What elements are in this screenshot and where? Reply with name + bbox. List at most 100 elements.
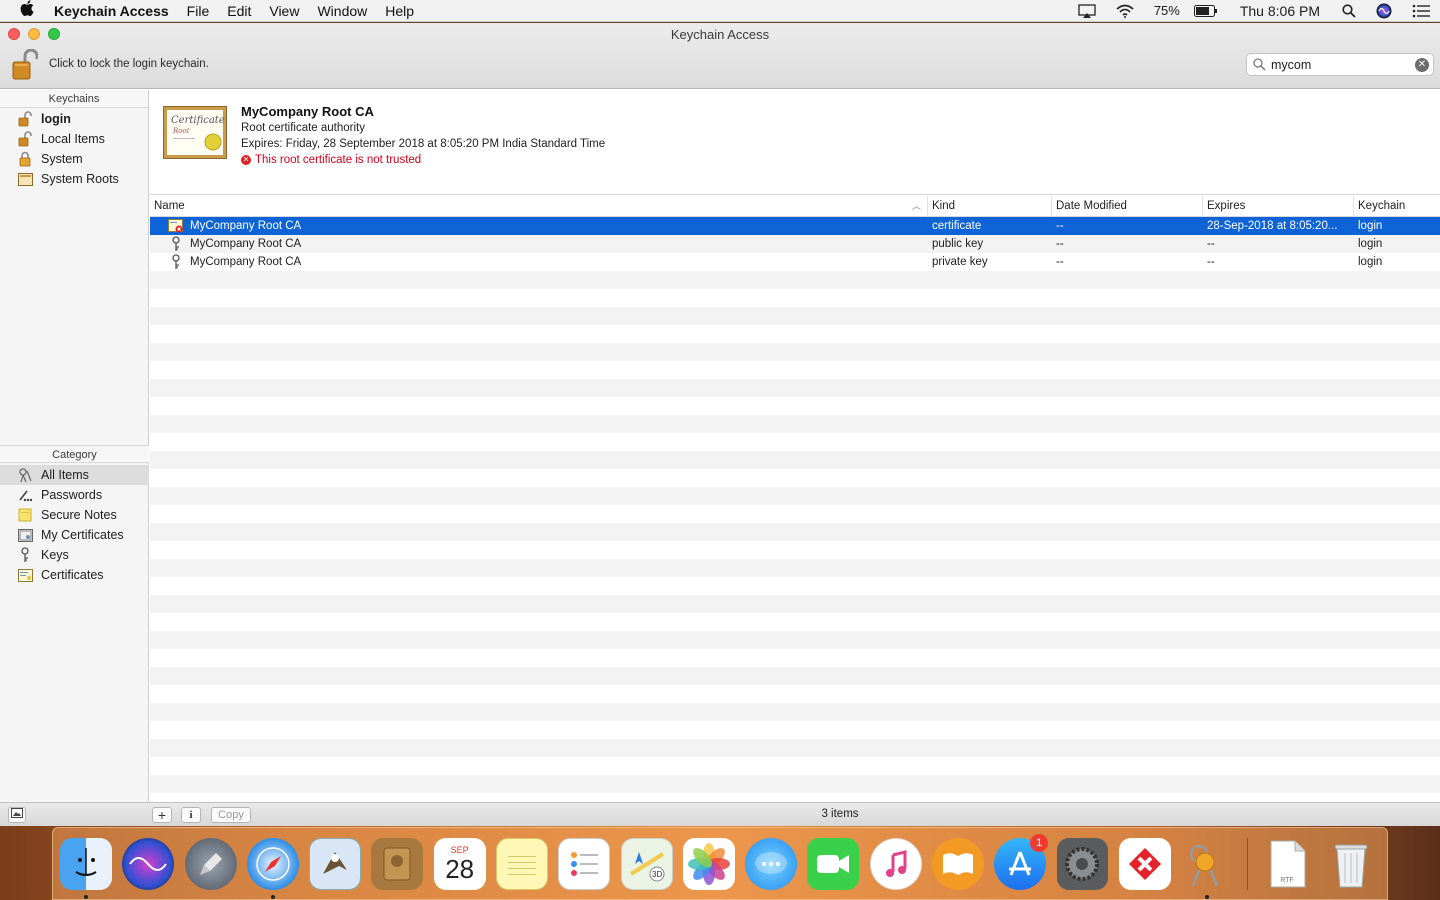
- search-input[interactable]: mycom: [1271, 58, 1311, 72]
- empty-row: [150, 793, 1440, 802]
- reminders-icon[interactable]: [558, 837, 611, 890]
- calendar-icon[interactable]: SEP 28: [433, 837, 486, 890]
- sidebar-item-login[interactable]: login: [0, 109, 149, 129]
- table-row[interactable]: MyCompany Root CA public key -- -- login: [150, 235, 1440, 253]
- note-icon: [17, 507, 33, 523]
- column-expires[interactable]: Expires: [1203, 196, 1354, 217]
- column-date-modified[interactable]: Date Modified: [1052, 196, 1203, 217]
- empty-row: [150, 487, 1440, 505]
- error-icon: ✕: [241, 155, 251, 165]
- empty-row: [150, 469, 1440, 487]
- empty-row: [150, 739, 1440, 757]
- notes-icon[interactable]: [495, 837, 548, 890]
- calendar-month: SEP: [450, 844, 469, 855]
- key-icon: [168, 254, 184, 270]
- menu-help[interactable]: Help: [376, 0, 423, 22]
- mail-icon[interactable]: [309, 837, 362, 890]
- empty-row: [150, 415, 1440, 433]
- clock[interactable]: Thu 8:06 PM: [1228, 0, 1332, 22]
- search-icon: [1253, 58, 1266, 71]
- sidebar-item-all-items[interactable]: All Items: [0, 465, 149, 485]
- column-keychain[interactable]: Keychain: [1354, 196, 1440, 217]
- sidebar-item-label: My Certificates: [41, 528, 124, 542]
- sidebar-item-secure-notes[interactable]: Secure Notes: [0, 505, 149, 525]
- sidebar-item-keys[interactable]: Keys: [0, 545, 149, 565]
- menu-bar: Keychain Access File Edit View Window He…: [0, 0, 1440, 22]
- sidebar-item-my-certificates[interactable]: My Certificates: [0, 525, 149, 545]
- trash-icon[interactable]: [1325, 838, 1377, 890]
- airplay-icon[interactable]: [1068, 4, 1106, 18]
- siri-app-icon[interactable]: [122, 837, 175, 890]
- books-icon[interactable]: [931, 837, 984, 890]
- photos-icon[interactable]: [682, 837, 735, 890]
- battery-icon[interactable]: [1184, 5, 1228, 17]
- empty-row: [150, 649, 1440, 667]
- column-kind[interactable]: Kind: [928, 196, 1052, 217]
- svg-text:Certificate: Certificate: [171, 115, 225, 126]
- app-store-badge: 1: [1030, 833, 1049, 852]
- remote-desktop-icon[interactable]: [1118, 837, 1171, 890]
- table-row[interactable]: MyCompany Root CA certificate -- 28-Sep-…: [150, 217, 1440, 235]
- empty-row: [150, 289, 1440, 307]
- certificate-expiry: Expires: Friday, 28 September 2018 at 8:…: [241, 138, 606, 150]
- sidebar-item-certificates[interactable]: Certificates: [0, 565, 149, 585]
- apple-menu-icon[interactable]: [0, 0, 54, 21]
- sidebar-item-label: System Roots: [41, 172, 119, 186]
- certificate-preview-icon: Certificate Root: [163, 106, 227, 159]
- dock: SEP 28 3D 1 RTF: [52, 827, 1388, 900]
- bottom-bar: + i Copy 3 items: [0, 802, 1440, 826]
- empty-row: [150, 703, 1440, 721]
- system-preferences-icon[interactable]: [1056, 837, 1109, 890]
- empty-row: [150, 631, 1440, 649]
- empty-row: [150, 577, 1440, 595]
- sidebar-item-system[interactable]: System: [0, 149, 149, 169]
- sidebar-item-label: Passwords: [41, 488, 103, 502]
- menu-window[interactable]: Window: [308, 0, 376, 22]
- rtf-label: RTF: [1280, 876, 1294, 884]
- menu-edit[interactable]: Edit: [218, 0, 260, 22]
- empty-row: [150, 451, 1440, 469]
- certificate-untrusted-icon: [168, 218, 184, 234]
- table-body: MyCompany Root CA certificate -- 28-Sep-…: [150, 217, 1440, 271]
- maps-icon[interactable]: 3D: [620, 837, 673, 890]
- finder-icon[interactable]: [60, 837, 112, 899]
- keychains-header: Keychains: [0, 90, 148, 108]
- title-bar: Keychain Access Click to lock the login …: [0, 23, 1440, 89]
- empty-row: [150, 397, 1440, 415]
- empty-row: [150, 271, 1440, 289]
- messages-icon[interactable]: [745, 837, 798, 890]
- lock-open-icon[interactable]: [12, 48, 39, 81]
- itunes-icon[interactable]: [869, 837, 922, 890]
- certificate-title: MyCompany Root CA: [241, 104, 374, 119]
- sidebar: Keychains login Local Items System Syste…: [0, 90, 149, 802]
- lock-open-icon: [17, 111, 33, 127]
- facetime-icon[interactable]: [807, 837, 860, 890]
- sidebar-item-system-roots[interactable]: System Roots: [0, 169, 149, 189]
- menu-view[interactable]: View: [260, 0, 308, 22]
- empty-rows: [150, 271, 1440, 802]
- spotlight-icon[interactable]: [1332, 4, 1366, 18]
- sidebar-item-passwords[interactable]: Passwords: [0, 485, 149, 505]
- launchpad-icon[interactable]: [184, 837, 237, 890]
- lock-open-icon: [17, 131, 33, 147]
- siri-icon[interactable]: [1366, 3, 1402, 19]
- table-row[interactable]: MyCompany Root CA private key -- -- logi…: [150, 253, 1440, 271]
- empty-row: [150, 757, 1440, 775]
- column-name[interactable]: Name ︿: [150, 196, 928, 217]
- folder-icon: [17, 171, 33, 187]
- rtf-document-icon[interactable]: RTF: [1262, 838, 1314, 890]
- contacts-icon[interactable]: [371, 837, 424, 890]
- sidebar-item-label: Certificates: [41, 568, 104, 582]
- empty-row: [150, 433, 1440, 451]
- empty-row: [150, 721, 1440, 739]
- notification-center-icon[interactable]: [1402, 4, 1440, 18]
- search-field[interactable]: mycom ✕: [1246, 53, 1434, 76]
- keychain-access-icon[interactable]: [1181, 838, 1233, 899]
- clear-search-icon[interactable]: ✕: [1415, 58, 1429, 72]
- safari-icon[interactable]: [246, 837, 299, 899]
- app-store-icon[interactable]: 1: [994, 833, 1049, 890]
- app-menu[interactable]: Keychain Access: [54, 0, 178, 22]
- sidebar-item-local-items[interactable]: Local Items: [0, 129, 149, 149]
- menu-file[interactable]: File: [178, 0, 219, 22]
- wifi-icon[interactable]: [1106, 4, 1144, 18]
